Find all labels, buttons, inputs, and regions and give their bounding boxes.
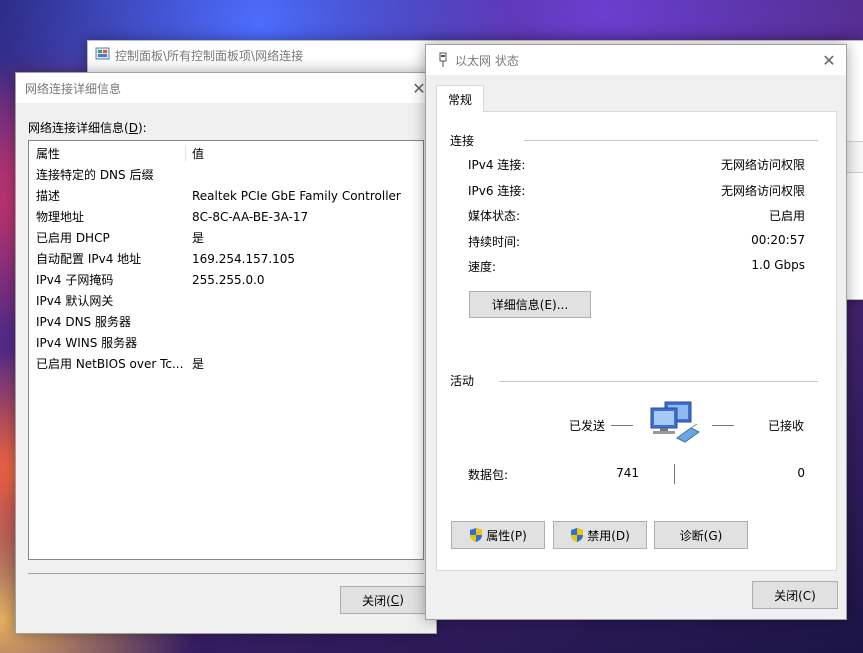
property-cell: 描述 <box>36 189 61 203</box>
property-cell: 自动配置 IPv4 地址 <box>36 252 142 266</box>
column-header-value[interactable]: 值 <box>192 145 204 162</box>
close-button[interactable]: 关闭(C) <box>752 581 838 609</box>
field-label: IPv4 连接: <box>468 158 526 172</box>
column-divider[interactable] <box>185 145 186 162</box>
column-header-property[interactable]: 属性 <box>36 145 186 162</box>
property-cell: IPv4 子网掩码 <box>36 273 114 287</box>
value-cell: 169.254.157.105 <box>192 251 296 266</box>
packets-sent-value: 741 <box>616 466 639 480</box>
close-button[interactable]: 关闭(C) <box>340 586 426 614</box>
value-cell: Realtek PCIe GbE Family Controller <box>192 188 401 203</box>
property-cell: 已启用 NetBIOS over Tc... <box>36 357 184 371</box>
list-item[interactable]: 自动配置 IPv4 地址 169.254.157.105 <box>29 248 423 269</box>
list-label: 网络连接详细信息(D): <box>28 121 147 135</box>
field-value: 已启用 <box>768 209 805 223</box>
ethernet-icon <box>436 52 450 68</box>
dash <box>611 425 633 426</box>
received-label: 已接收 <box>768 419 805 433</box>
property-cell: 物理地址 <box>36 210 85 224</box>
shield-icon <box>570 527 584 543</box>
details-list[interactable]: 属性 值 连接特定的 DNS 后缀 描述 Realtek PCIe GbE Fami… <box>28 140 424 560</box>
field-value: 无网络访问权限 <box>720 183 805 198</box>
packets-received-value: 0 <box>797 466 805 480</box>
details-button[interactable]: 详细信息(E)... <box>469 291 591 318</box>
packets-label: 数据包: <box>468 468 509 482</box>
list-item[interactable]: 连接特定的 DNS 后缀 <box>29 164 423 185</box>
property-cell: 已启用 DHCP <box>36 231 110 245</box>
field-label: 媒体状态: <box>468 209 521 223</box>
list-item[interactable]: 物理地址 8C-8C-AA-BE-3A-17 <box>29 206 423 227</box>
field-label: IPv6 连接: <box>468 183 526 198</box>
field-label: 速度: <box>468 260 497 274</box>
value-cell: 是 <box>192 231 205 245</box>
packet-divider <box>674 464 675 484</box>
field-label: 持续时间: <box>468 234 521 249</box>
close-icon[interactable]: ✕ <box>812 45 846 75</box>
network-computers-icon <box>647 398 703 446</box>
list-item[interactable]: 描述 Realtek PCIe GbE Family Controller <box>29 185 423 206</box>
field-value: 00:20:57 <box>751 232 805 247</box>
network-details-dialog[interactable]: 网络连接详细信息 ✕ 网络连接详细信息(D): 属性 值 连接特定的 DNS 后… <box>15 72 437 634</box>
divider <box>524 140 818 141</box>
value-cell: 255.255.0.0 <box>192 272 265 287</box>
general-panel: 连接 IPv4 连接: 无网络访问权限 IPv6 连接: 无网络访问权限媒体状态: 已启… <box>436 111 837 571</box>
list-item[interactable]: 已启用 DHCP 是 <box>29 227 423 248</box>
property-cell: IPv4 WINS 服务器 <box>36 336 138 350</box>
list-item[interactable]: IPv4 DNS 服务器 <box>29 311 423 332</box>
field-value: 1.0 Gbps <box>751 258 805 272</box>
tab-general[interactable]: 常规 <box>436 85 484 112</box>
list-header: 属性 值 <box>29 143 423 164</box>
value-cell: 是 <box>192 357 205 371</box>
dash <box>712 425 734 426</box>
dialog-title: 以太网 状态 <box>455 54 519 68</box>
value-cell: 8C-8C-AA-BE-3A-17 <box>192 209 309 224</box>
property-cell: 连接特定的 DNS 后缀 <box>36 168 154 182</box>
ethernet-status-dialog[interactable]: 以太网 状态 ✕ 常规 连接 IPv4 连接: 无网络访问权限 IPv6 连接: 无网… <box>425 44 847 620</box>
diagnose-button[interactable]: 诊断(G) <box>654 521 748 549</box>
list-item[interactable]: 已启用 NetBIOS over Tc... 是 <box>29 353 423 374</box>
divider <box>28 573 424 574</box>
property-cell: IPv4 DNS 服务器 <box>36 315 131 329</box>
section-connection: 连接 <box>450 134 475 148</box>
sent-label: 已发送 <box>569 419 606 433</box>
list-item[interactable]: IPv4 子网掩码 255.255.0.0 <box>29 269 423 290</box>
field-value: 无网络访问权限 <box>720 158 805 172</box>
dialog-title: 网络连接详细信息 <box>25 82 122 96</box>
explorer-path: 控制面板\所有控制面板项\网络连接 <box>115 49 304 63</box>
control-panel-icon <box>95 46 111 62</box>
shield-icon <box>469 527 483 543</box>
list-item[interactable]: IPv4 WINS 服务器 <box>29 332 423 353</box>
property-cell: IPv4 默认网关 <box>36 294 114 308</box>
list-item[interactable]: IPv4 默认网关 <box>29 290 423 311</box>
properties-button[interactable]: 属性(P) <box>451 521 545 549</box>
disable-button[interactable]: 禁用(D) <box>553 521 647 549</box>
divider <box>499 381 818 382</box>
section-activity: 活动 <box>450 374 475 388</box>
